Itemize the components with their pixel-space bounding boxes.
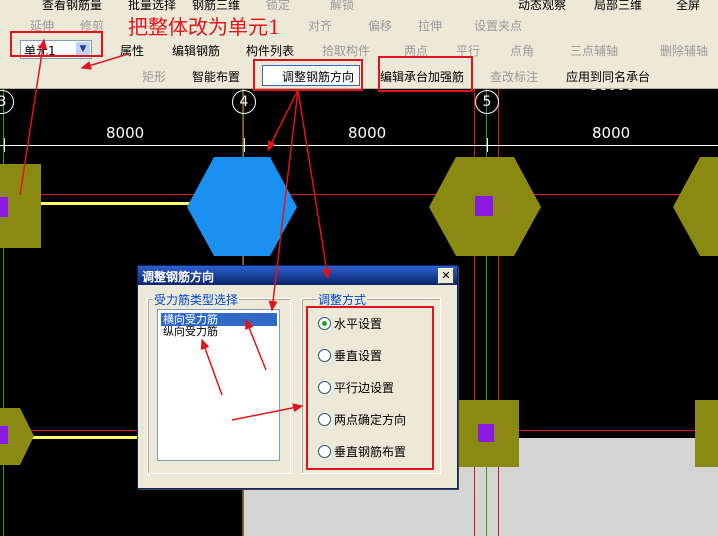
annotation-arrows bbox=[19, 38, 332, 421]
